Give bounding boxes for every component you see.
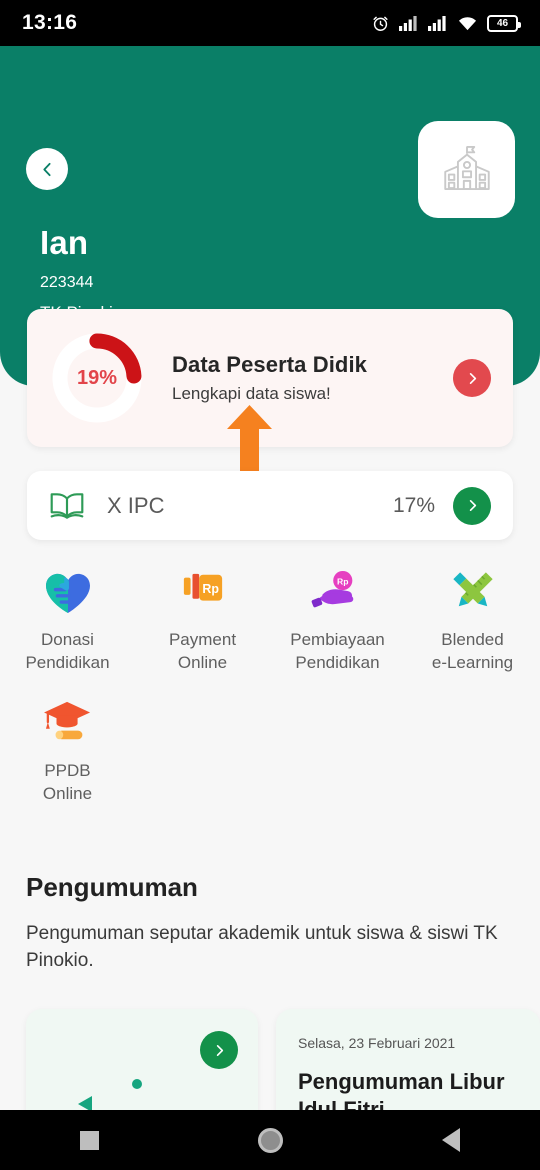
class-card[interactable]: X IPC 17% (27, 471, 513, 540)
status-bar: 13:16 46 (0, 0, 540, 46)
announcement-date: Selasa, 23 Februari 2021 (298, 1035, 456, 1051)
battery-icon: 46 (487, 14, 521, 32)
class-name: X IPC (107, 492, 165, 518)
class-percent: 17% (392, 493, 435, 517)
menu-label: PPDB Online (42, 761, 93, 803)
phone-screen: 13:16 46 Ian 223344 19% Data Peserta Did… (0, 0, 540, 1170)
chevron-left-icon (42, 162, 51, 176)
hand-heart-icon (45, 573, 90, 614)
menu-icon-wrap: Rp (174, 565, 232, 619)
chevron-right-icon (216, 1044, 223, 1056)
triangle-back-icon[interactable] (442, 1128, 461, 1152)
menu-icon-wrap (444, 565, 502, 619)
section-description: Pengumuman seputar akademik untuk siswa … (26, 923, 498, 971)
menu-item-donasi-pendidikan[interactable]: Donasi Pendidikan (0, 565, 135, 674)
announcement-card-text[interactable]: Selasa, 23 Februari 2021 Pengumuman Libu… (276, 1009, 540, 1123)
profile-id: 223344 (40, 274, 94, 291)
square-icon[interactable] (79, 1130, 99, 1150)
menu-label: Pembiayaan Pendidikan (290, 630, 385, 672)
chevron-right-icon (469, 372, 476, 384)
menu-label: Donasi Pendidikan (25, 630, 110, 672)
svg-text:Rp: Rp (202, 582, 219, 596)
alarm-icon (373, 16, 388, 31)
announcement-card-illustration[interactable] (26, 1009, 258, 1123)
school-logo-button[interactable] (418, 121, 515, 218)
pencil-ruler-icon (452, 572, 493, 607)
status-time: 13:16 (22, 11, 78, 34)
menu-icon-wrap (39, 696, 97, 750)
hand-coin-rupiah-icon: Rp (311, 570, 353, 608)
circle-icon[interactable] (257, 1127, 283, 1153)
rupiah-card-icon: Rp (183, 573, 222, 601)
open-book-icon (50, 492, 84, 519)
menu-item-payment-online[interactable]: Rp Payment Online (135, 565, 270, 674)
battery-level: 46 (496, 17, 509, 29)
back-button[interactable] (26, 148, 68, 190)
student-data-title: Data Peserta Didik (172, 352, 367, 377)
progress-percent: 19% (76, 366, 118, 389)
chevron-right-icon (469, 500, 476, 511)
menu-icon-wrap (39, 565, 97, 619)
svg-text:Rp: Rp (337, 576, 348, 586)
status-icon-group: 46 (371, 14, 521, 33)
student-data-arrow-button[interactable] (453, 359, 491, 397)
signal-1-icon (399, 16, 417, 31)
menu-label: Payment Online (168, 630, 237, 672)
section-title: Pengumuman (26, 872, 198, 902)
menu-grid: Donasi Pendidikan Rp Payment Online Rp P… (0, 565, 540, 827)
menu-label: Blended e-Learning (431, 630, 514, 672)
menu-item-blended-elearning[interactable]: Blended e-Learning (405, 565, 540, 674)
menu-item-ppdb-online[interactable]: PPDB Online (0, 696, 135, 805)
wifi-icon (458, 17, 477, 31)
signal-2-icon (428, 16, 446, 31)
student-data-card[interactable]: 19% Data Peserta Didik Lengkapi data sis… (27, 309, 513, 447)
announcement-section: Pengumuman Pengumuman seputar akademik u… (26, 872, 516, 975)
menu-icon-wrap: Rp (309, 565, 367, 619)
school-building-icon (443, 145, 490, 190)
progress-ring: 19% (49, 330, 145, 426)
announcement-arrow-button[interactable] (200, 1031, 238, 1069)
android-nav-bar (0, 1110, 540, 1170)
student-data-text: Data Peserta Didik Lengkapi data siswa! (172, 352, 453, 404)
announcement-card-row[interactable]: Selasa, 23 Februari 2021 Pengumuman Libu… (0, 1003, 540, 1123)
menu-item-pembiayaan-pendidikan[interactable]: Rp Pembiayaan Pendidikan (270, 565, 405, 674)
class-arrow-button[interactable] (453, 486, 491, 525)
graduation-cap-icon (43, 702, 90, 740)
profile-name: Ian (40, 224, 89, 261)
student-data-subtitle: Lengkapi data siswa! (172, 384, 331, 403)
